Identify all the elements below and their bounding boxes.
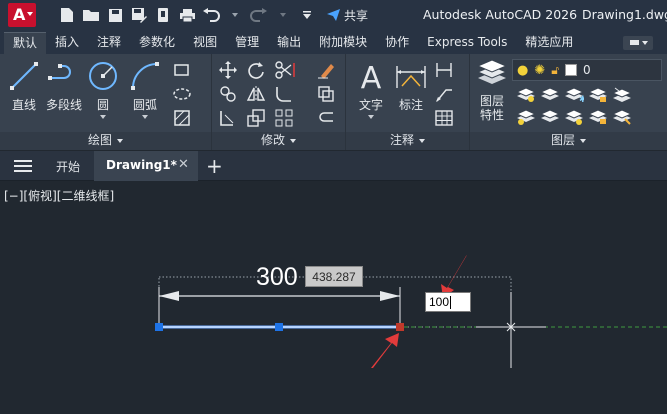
grip-start[interactable]	[155, 323, 163, 331]
dimension-arrow-right	[380, 291, 400, 301]
dynamic-input-field[interactable]: 100	[425, 292, 471, 312]
text-cursor	[450, 296, 452, 310]
grip-end-hot[interactable]	[396, 323, 404, 331]
annotation-arrow-grip	[371, 333, 399, 368]
drawing-geometry	[155, 255, 667, 368]
dynamic-input-value: 100	[429, 295, 450, 309]
grip-mid[interactable]	[275, 323, 283, 331]
length-tooltip: 438.287	[305, 266, 363, 287]
dimension-arrow-left	[159, 291, 179, 301]
dimension-text: 300	[256, 263, 298, 291]
